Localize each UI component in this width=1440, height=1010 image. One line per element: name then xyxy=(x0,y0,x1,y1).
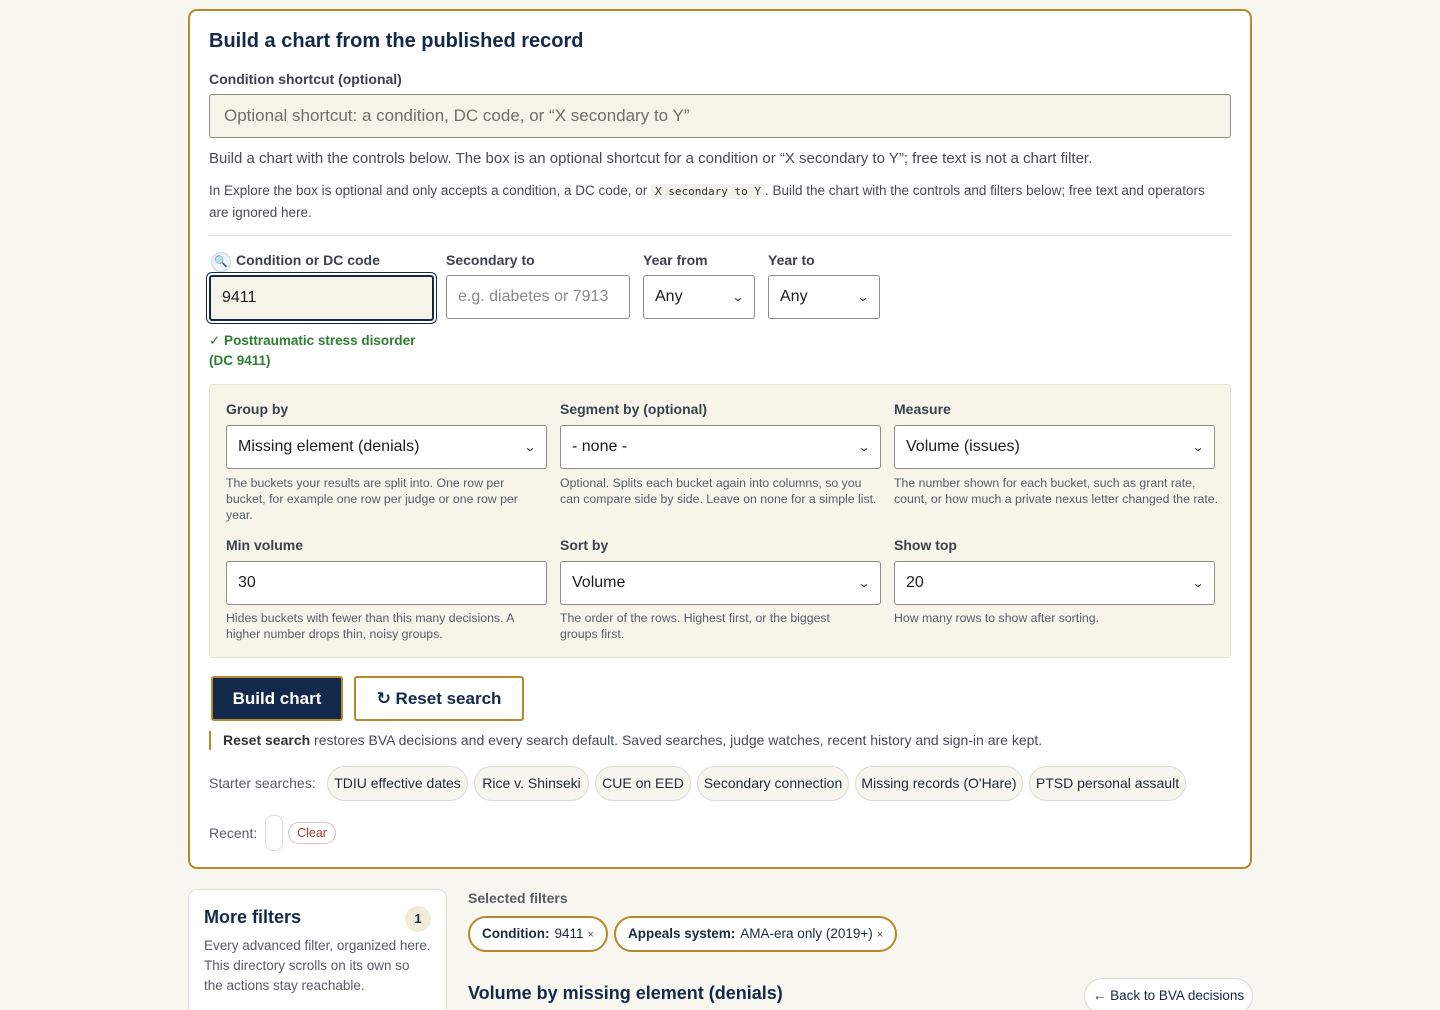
more-filters-title: More filters xyxy=(204,907,302,927)
year-to-select[interactable]: Any ⌄ xyxy=(768,275,880,319)
chevron-down-icon: ⌄ xyxy=(1191,440,1205,454)
starter-chip-missing-records[interactable]: Missing records (O'Hare) xyxy=(855,766,1023,801)
chart-builder-card: Build a chart from the published record … xyxy=(188,9,1252,869)
sort-by-select[interactable]: Volume ⌄ xyxy=(560,561,881,605)
more-filters-card: More filters 1 Every advanced filter, or… xyxy=(188,889,447,1010)
close-icon[interactable]: × xyxy=(877,929,883,941)
search-icon: 🔍 xyxy=(211,252,231,272)
starter-chip-rice[interactable]: Rice v. Shinseki xyxy=(474,766,589,801)
reset-note: Reset search restores BVA decisions and … xyxy=(209,731,1042,750)
shortcut-help: Build a chart with the controls below. T… xyxy=(209,150,1093,167)
show-top-select[interactable]: 20 ⌄ xyxy=(894,561,1215,605)
reset-search-button[interactable]: ↻ Reset search xyxy=(354,676,524,721)
min-volume-help: Hides buckets with fewer than this many … xyxy=(226,611,514,641)
explore-help: In Explore the box is optional and only … xyxy=(209,183,1205,220)
sort-by-help: The order of the rows. Highest first, or… xyxy=(560,611,830,641)
page-title: Build a chart from the published record xyxy=(209,30,584,52)
min-volume-input[interactable]: 30 xyxy=(226,561,547,605)
starter-chip-cue[interactable]: CUE on EED xyxy=(595,766,691,801)
filter-chip-appeals-system[interactable]: Appeals system: AMA-era only (2019+) × xyxy=(614,916,898,952)
measure-help: The number shown for each bucket, such a… xyxy=(894,476,1219,506)
filter-chip-condition[interactable]: Condition: 9411 × xyxy=(468,916,608,952)
group-by-help: The buckets your results are split into.… xyxy=(226,476,518,522)
segment-help: Optional. Splits each bucket again into … xyxy=(560,476,877,506)
measure-label: Measure xyxy=(894,401,951,417)
clear-recent-button[interactable]: Clear xyxy=(288,822,336,844)
starter-chip-tdiu[interactable]: TDIU effective dates xyxy=(327,766,468,801)
build-chart-button[interactable]: Build chart xyxy=(211,676,343,721)
chevron-down-icon: ⌄ xyxy=(856,290,870,304)
secondary-input[interactable]: e.g. diabetes or 7913 xyxy=(446,275,630,319)
chevron-down-icon: ⌄ xyxy=(523,440,537,454)
min-volume-label: Min volume xyxy=(226,537,304,553)
sort-by-label: Sort by xyxy=(560,537,609,553)
condition-shortcut-input[interactable]: Optional shortcut: a condition, DC code,… xyxy=(209,94,1231,138)
group-by-label: Group by xyxy=(226,401,289,417)
group-by-select[interactable]: Missing element (denials) ⌄ xyxy=(226,425,547,469)
show-top-help: How many rows to show after sorting. xyxy=(894,611,1100,625)
condition-label: Condition or DC code xyxy=(236,252,380,268)
chevron-down-icon: ⌄ xyxy=(731,290,745,304)
filter-count-badge: 1 xyxy=(405,906,431,932)
close-icon[interactable]: × xyxy=(588,929,594,941)
year-from-label: Year from xyxy=(643,252,708,268)
year-to-label: Year to xyxy=(768,252,815,268)
segment-label: Segment by (optional) xyxy=(560,401,707,417)
condition-input[interactable]: 9411 xyxy=(209,275,434,321)
recent-label: Recent: xyxy=(209,825,258,841)
year-from-select[interactable]: Any ⌄ xyxy=(643,275,755,319)
selected-filters-label: Selected filters xyxy=(468,890,568,906)
code-sample: X secondary to Y xyxy=(651,184,765,199)
recent-list xyxy=(265,815,283,851)
condition-match-text: ✓ Posttraumatic stress disorder (DC 9411… xyxy=(209,333,416,368)
segment-select[interactable]: - none - ⌄ xyxy=(560,425,881,469)
shortcut-label: Condition shortcut (optional) xyxy=(209,71,402,87)
starter-searches-label: Starter searches: xyxy=(209,775,316,791)
secondary-label: Secondary to xyxy=(446,252,535,268)
starter-chip-secondary[interactable]: Secondary connection xyxy=(697,766,849,801)
show-top-label: Show top xyxy=(894,537,957,553)
chart-options-panel: Group by Missing element (denials) ⌄ The … xyxy=(209,384,1231,658)
measure-select[interactable]: Volume (issues) ⌄ xyxy=(894,425,1215,469)
results-title: Volume by missing element (denials) xyxy=(468,983,783,1003)
chevron-down-icon: ⌄ xyxy=(857,576,871,590)
chevron-down-icon: ⌄ xyxy=(1191,576,1205,590)
more-filters-description: Every advanced filter, organized here. T… xyxy=(204,938,431,993)
starter-chip-ptsd[interactable]: PTSD personal assault xyxy=(1029,766,1186,801)
divider xyxy=(209,235,1231,236)
chevron-down-icon: ⌄ xyxy=(857,440,871,454)
back-to-decisions-button[interactable]: ← Back to BVA decisions xyxy=(1084,978,1253,1010)
